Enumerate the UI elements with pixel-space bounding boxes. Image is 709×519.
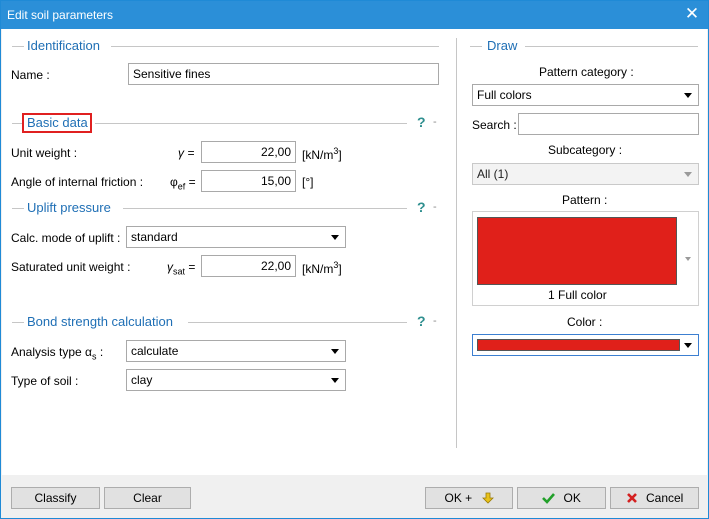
- bond-title: Bond strength calculation: [27, 314, 173, 329]
- sat-weight-unit: [kN/m3]: [302, 260, 342, 276]
- name-field[interactable]: Sensitive fines: [128, 63, 439, 85]
- close-icon[interactable]: ✕: [682, 4, 702, 24]
- dropdown-arrow-icon: [331, 349, 339, 354]
- dropdown-arrow-icon: [684, 343, 692, 348]
- color-label: Color :: [567, 315, 603, 329]
- title-bar: Edit soil parameters ✕: [1, 1, 708, 29]
- section-rule: [470, 46, 482, 47]
- analysis-type-value: calculate: [131, 344, 179, 358]
- friction-label: Angle of internal friction :: [11, 175, 144, 189]
- ok-button[interactable]: OK: [517, 487, 606, 509]
- unit-weight-unit: [kN/m3]: [302, 146, 342, 162]
- section-rule: [95, 123, 407, 124]
- unit-weight-field[interactable]: 22,00: [201, 141, 296, 163]
- subcategory-select[interactable]: All (1): [472, 163, 699, 185]
- section-rule: [525, 46, 698, 47]
- pattern-label: Pattern :: [562, 193, 608, 207]
- uplift-mode-label: Calc. mode of uplift :: [11, 231, 121, 245]
- draw-title: Draw: [487, 38, 518, 53]
- help-icon[interactable]: ?: [417, 313, 426, 329]
- help-icon[interactable]: ?: [417, 199, 426, 215]
- basic-data-title: Basic data: [27, 115, 88, 130]
- checkmark-icon: [542, 493, 556, 504]
- dropdown-arrow-icon: [684, 172, 692, 177]
- ok-label: OK: [563, 491, 581, 505]
- pattern-swatch[interactable]: [477, 217, 677, 285]
- analysis-type-label: Analysis type αs :: [11, 345, 104, 362]
- help-icon[interactable]: ?: [417, 114, 426, 130]
- cancel-button[interactable]: Cancel: [610, 487, 699, 509]
- classify-button[interactable]: Classify: [11, 487, 100, 509]
- clear-button[interactable]: Clear: [104, 487, 191, 509]
- search-label: Search :: [472, 118, 517, 132]
- cancel-x-icon: [626, 493, 637, 503]
- uplift-title: Uplift pressure: [27, 200, 111, 215]
- pattern-scroll-arrow-icon: [685, 257, 691, 261]
- pattern-category-value: Full colors: [477, 88, 532, 102]
- dropdown-arrow-icon: [684, 93, 692, 98]
- uplift-mode-select[interactable]: standard: [126, 226, 346, 248]
- color-select[interactable]: [472, 334, 699, 356]
- soil-type-label: Type of soil :: [11, 374, 79, 388]
- window-title: Edit soil parameters: [7, 8, 114, 22]
- pattern-category-label: Pattern category :: [539, 65, 634, 79]
- pattern-caption: 1 Full color: [548, 288, 607, 302]
- section-rule: [12, 123, 22, 124]
- pattern-category-select[interactable]: Full colors: [472, 84, 699, 106]
- subcategory-value: All (1): [477, 167, 509, 181]
- subcategory-label: Subcategory :: [548, 143, 623, 157]
- section-rule: [12, 46, 24, 47]
- dash-glyph: -: [433, 116, 437, 128]
- dash-glyph: -: [433, 315, 437, 327]
- ok-plus-button[interactable]: OK +: [425, 487, 513, 509]
- cancel-label: Cancel: [645, 491, 684, 505]
- sat-weight-label: Saturated unit weight :: [11, 260, 131, 274]
- dash-glyph: -: [433, 201, 437, 213]
- soil-type-value: clay: [131, 373, 153, 387]
- section-rule: [111, 46, 439, 47]
- search-input[interactable]: [518, 113, 699, 135]
- section-rule: [188, 322, 407, 323]
- name-label: Name :: [11, 68, 50, 82]
- uplift-mode-value: standard: [131, 230, 178, 244]
- soil-type-select[interactable]: clay: [126, 369, 346, 391]
- sat-weight-symbol: γsat =: [167, 260, 196, 277]
- identification-title: Identification: [27, 38, 100, 53]
- ok-plus-label: OK +: [444, 491, 473, 505]
- section-rule: [12, 208, 24, 209]
- section-rule: [123, 208, 407, 209]
- friction-symbol: φef =: [170, 175, 196, 192]
- dialog-window: Edit soil parameters ✕ Identification Na…: [0, 0, 709, 519]
- unit-weight-label: Unit weight :: [11, 146, 78, 160]
- friction-unit: [°]: [302, 175, 314, 189]
- friction-field[interactable]: 15,00: [201, 170, 296, 192]
- column-divider: [456, 38, 457, 448]
- analysis-type-select[interactable]: calculate: [126, 340, 346, 362]
- arrow-down-icon: [481, 492, 494, 504]
- section-rule: [12, 322, 24, 323]
- dropdown-arrow-icon: [331, 378, 339, 383]
- color-swatch: [477, 339, 680, 351]
- dropdown-arrow-icon: [331, 235, 339, 240]
- unit-weight-symbol: γ =: [178, 146, 195, 160]
- sat-weight-field[interactable]: 22,00: [201, 255, 296, 277]
